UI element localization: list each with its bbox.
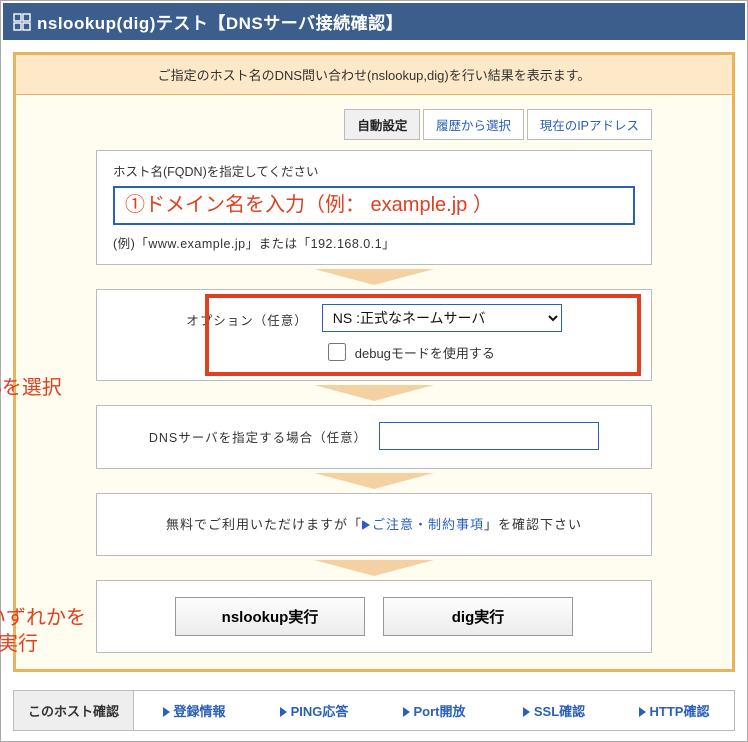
content-area: 自動設定 履歴から選択 現在のIPアドレス ホスト名(FQDN)を指定してくださ… — [16, 95, 732, 653]
dig-button[interactable]: dig実行 — [383, 597, 573, 636]
tab-history[interactable]: 履歴から選択 — [423, 109, 524, 140]
input-mode-tabs: 自動設定 履歴から選択 現在のIPアドレス — [96, 109, 652, 140]
footer-bar: このホスト確認 登録情報 PING応答 Port開放 SSL確認 HTTP確認 — [13, 690, 735, 731]
triangle-icon — [639, 707, 646, 717]
intro-text: ご指定のホスト名のDNS問い合わせ(nslookup,dig)を行い結果を表示ま… — [16, 55, 732, 95]
footer-label: このホスト確認 — [14, 691, 134, 730]
notice-prefix: 無料でご利用いただけますが「 — [166, 517, 362, 532]
notice-link[interactable]: ご注意・制約事項 — [372, 517, 484, 532]
debug-checkbox-row[interactable]: debugモードを使用する — [324, 340, 495, 364]
option-panel: オプション（任意） NS :正式なネームサーバ debugモードを使用する — [96, 289, 652, 381]
footer-link-ping[interactable]: PING応答 — [254, 691, 374, 730]
debug-label: debugモードを使用する — [355, 343, 495, 362]
notice-suffix: 」を確認下さい — [484, 517, 582, 532]
footer-link-registration[interactable]: 登録情報 — [134, 691, 254, 730]
footer-link-http[interactable]: HTTP確認 — [614, 691, 734, 730]
footer-link-ssl[interactable]: SSL確認 — [494, 691, 614, 730]
run-panel: nslookup実行 dig実行 — [96, 580, 652, 653]
main-frame: ご指定のホスト名のDNS問い合わせ(nslookup,dig)を行い結果を表示ま… — [13, 52, 735, 672]
grid-icon — [13, 13, 31, 31]
host-panel: ホスト名(FQDN)を指定してください (例)「www.example.jp」ま… — [96, 150, 652, 265]
nslookup-button[interactable]: nslookup実行 — [175, 597, 365, 636]
arrow-icon — [314, 269, 434, 285]
triangle-icon — [280, 707, 287, 717]
footer-link-port[interactable]: Port開放 — [374, 691, 494, 730]
tab-current-ip[interactable]: 現在のIPアドレス — [527, 109, 652, 140]
footer-links: 登録情報 PING応答 Port開放 SSL確認 HTTP確認 — [134, 691, 734, 730]
arrow-icon — [314, 473, 434, 489]
arrow-icon — [314, 560, 434, 576]
triangle-icon — [523, 707, 530, 717]
app-window: nslookup(dig)テスト【DNSサーバ接続確認】 ご指定のホスト名のDN… — [0, 0, 748, 742]
tab-auto[interactable]: 自動設定 — [344, 109, 420, 140]
host-example: (例)「www.example.jp」または「192.168.0.1」 — [113, 233, 635, 252]
triangle-icon — [403, 707, 410, 717]
dns-server-input[interactable] — [379, 422, 599, 450]
dns-label: DNSサーバを指定する場合（任意） — [149, 427, 367, 446]
annotation-run-2: 実行 — [0, 631, 38, 657]
annotation-run-1: ③いずれかを — [0, 605, 86, 631]
annotation-select-ns: ②NSを選択 — [0, 375, 62, 401]
host-input[interactable] — [113, 186, 635, 225]
triangle-icon — [163, 707, 170, 717]
arrow-icon — [314, 385, 434, 401]
play-icon — [362, 520, 370, 530]
dns-panel: DNSサーバを指定する場合（任意） — [96, 405, 652, 469]
page-title: nslookup(dig)テスト【DNSサーバ接続確認】 — [37, 9, 403, 34]
record-type-select[interactable]: NS :正式なネームサーバ — [322, 304, 562, 332]
debug-checkbox[interactable] — [328, 343, 346, 361]
title-bar: nslookup(dig)テスト【DNSサーバ接続確認】 — [3, 3, 745, 40]
notice-panel: 無料でご利用いただけますが「ご注意・制約事項」を確認下さい — [96, 493, 652, 556]
option-label: オプション（任意） — [186, 304, 308, 329]
host-label: ホスト名(FQDN)を指定してください — [113, 161, 635, 180]
